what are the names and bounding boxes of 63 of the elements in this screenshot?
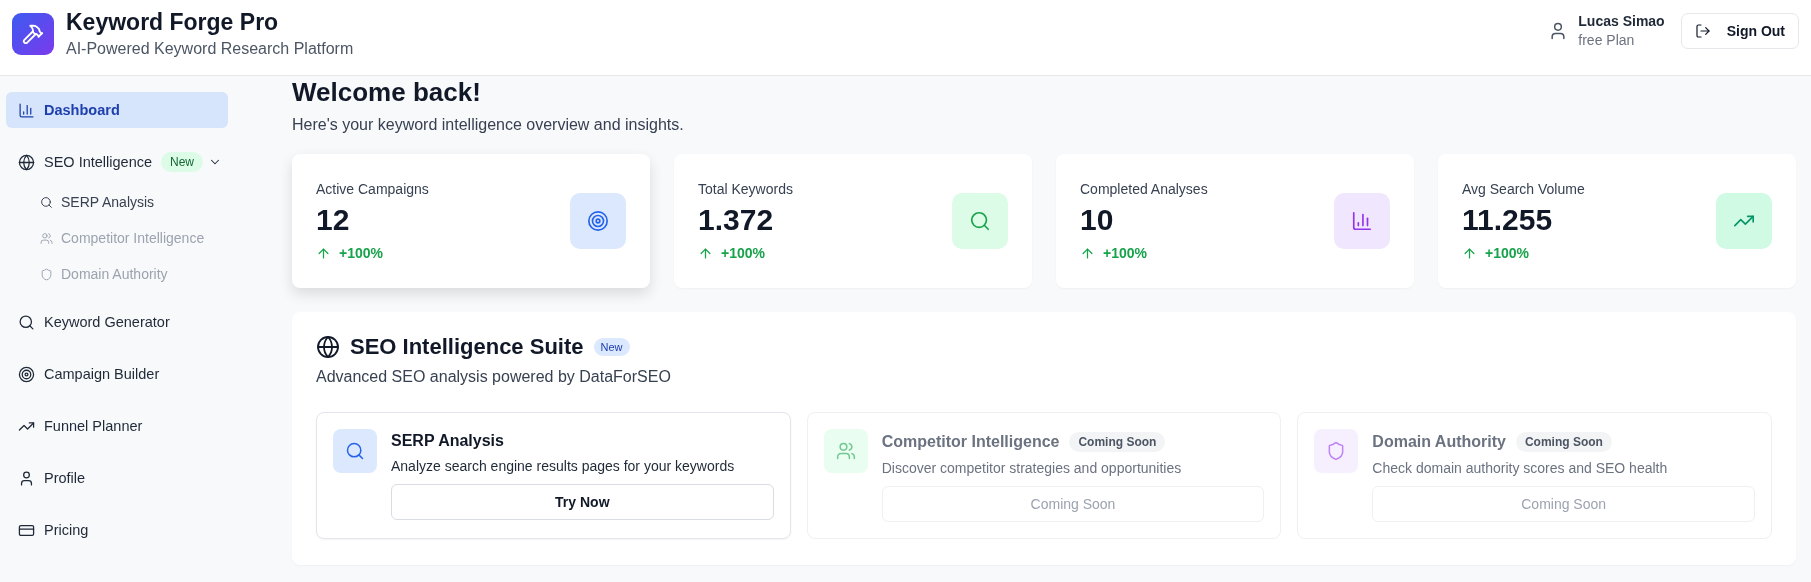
sidebar-item[interactable]: Campaign Builder (6, 356, 228, 392)
tool-description: Check domain authority scores and SEO health (1372, 460, 1669, 476)
new-badge: New (593, 338, 630, 356)
sidebar-item[interactable]: Dashboard (6, 92, 228, 128)
sidebar-label: Funnel Planner (44, 418, 143, 434)
globe-icon (316, 335, 340, 359)
target-icon (18, 365, 35, 383)
search-icon (345, 441, 365, 461)
logout-icon (1694, 22, 1711, 39)
stat-change: +100% (1485, 245, 1529, 261)
sidebar-item[interactable]: SEO Intelligence New (6, 144, 228, 180)
stat-value: 10 (1080, 203, 1115, 237)
stat-change: +100% (1103, 245, 1147, 261)
stat-value: 12 (316, 203, 351, 237)
user-icon (18, 469, 35, 487)
app-title: Keyword Forge Pro (66, 9, 280, 36)
stat-change: +100% (721, 245, 765, 261)
target-icon (587, 210, 609, 232)
welcome-heading: Welcome back! (292, 76, 482, 108)
user-name: Lucas Simao (1578, 13, 1665, 29)
stat-value: 11.255 (1462, 203, 1554, 237)
bar-chart-icon (1351, 210, 1373, 232)
coming-soon-badge: Coming Soon (1515, 432, 1612, 452)
tool-title: SERP Analysis (391, 432, 504, 450)
tool-title: Competitor Intelligence (881, 433, 1060, 451)
bar-chart-icon (18, 101, 35, 119)
app-subtitle: AI-Powered Keyword Research Platform (66, 40, 354, 58)
sidebar-label: Pricing (44, 522, 89, 538)
user-plan: free Plan (1578, 32, 1636, 48)
tool-description: Discover competitor strategies and opportunities (881, 460, 1183, 476)
welcome-subtitle: Here's your keyword intelligence overview and insights. (292, 116, 685, 134)
new-badge: New (161, 152, 204, 172)
stat-label: Completed Analyses (1080, 181, 1208, 197)
suite-subtitle: Advanced SEO analysis powered by DataForSEO (316, 368, 672, 386)
sidebar-item[interactable]: Funnel Planner (6, 408, 228, 444)
tool-title: Domain Authority (1372, 433, 1506, 451)
sidebar-subitem[interactable]: SERP Analysis (6, 184, 234, 220)
users-icon (835, 441, 856, 461)
hammer-logo (12, 12, 54, 55)
stat-change: +100% (339, 245, 383, 261)
stat-label: Active Campaigns (316, 181, 429, 197)
sidebar-item[interactable]: Pricing (6, 512, 228, 548)
sidebar-label: Profile (44, 470, 86, 486)
tool-button[interactable]: Try Now (391, 484, 774, 520)
globe-icon (18, 153, 35, 171)
stat-label: Avg Search Volume (1462, 181, 1585, 197)
search-icon (969, 210, 991, 232)
sidebar-label: Dashboard (44, 102, 120, 118)
sidebar-label: Campaign Builder (44, 366, 160, 382)
coming-soon-badge: Coming Soon (1069, 432, 1166, 452)
search-icon (18, 313, 35, 331)
tool-description: Analyze search engine results pages for your keywords (391, 458, 736, 474)
users-icon (40, 231, 53, 245)
sidebar-item[interactable]: Keyword Generator (6, 304, 228, 340)
suite-title: SEO Intelligence Suite (350, 334, 584, 360)
stat-label: Total Keywords (698, 181, 793, 197)
sidebar-item[interactable]: Profile (6, 460, 228, 496)
search-icon (40, 195, 53, 209)
sidebar-label: Keyword Generator (44, 314, 170, 330)
shield-icon (40, 267, 53, 281)
sidebar-label: SEO Intelligence (44, 154, 152, 170)
stat-value: 1.372 (698, 203, 775, 237)
sign-out-button[interactable]: Sign Out (1680, 12, 1799, 49)
